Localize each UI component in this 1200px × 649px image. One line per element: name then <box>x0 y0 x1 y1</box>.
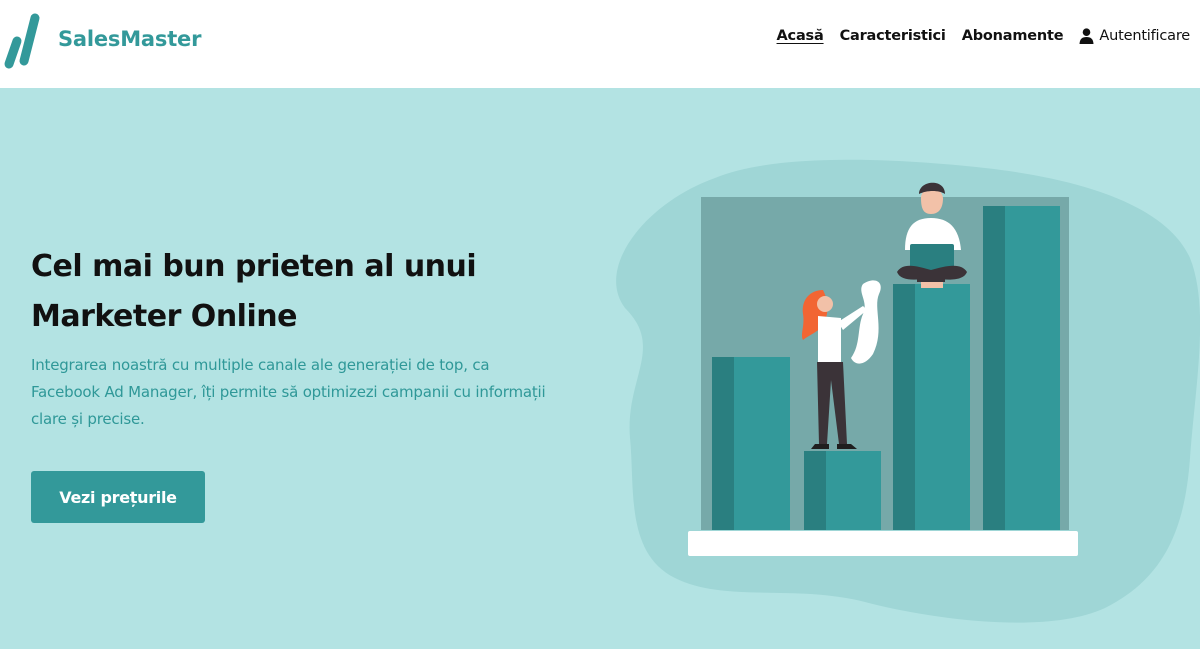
navbar: SalesMaster Acasă Caracteristici Aboname… <box>0 0 1200 88</box>
chart-bar-4-shade <box>983 206 1005 530</box>
user-icon <box>1079 28 1094 44</box>
hero-description-line-1: Integrarea noastră cu multiple canale al… <box>31 356 490 374</box>
hero-description-line-2: Facebook Ad Manager, îți permite să opti… <box>31 383 546 401</box>
login-label: Autentificare <box>1099 28 1190 44</box>
bar-chart-people-illustration <box>616 159 1200 623</box>
main-nav: Acasă Caracteristici Abonamente Autentif… <box>777 28 1190 44</box>
chart-bar-1-shade <box>712 357 734 530</box>
hero-title: Cel mai bun prieten al unui Marketer Onl… <box>31 242 551 342</box>
brand-name: SalesMaster <box>58 27 202 51</box>
hero-title-line-2: Marketer Online <box>31 299 297 334</box>
login-link[interactable]: Autentificare <box>1079 28 1190 44</box>
chart-base <box>688 531 1078 556</box>
logo[interactable]: SalesMaster <box>0 8 201 72</box>
hero-section: Cel mai bun prieten al unui Marketer Onl… <box>0 88 1200 649</box>
nav-features-link[interactable]: Caracteristici <box>840 28 946 44</box>
hero-title-line-1: Cel mai bun prieten al unui <box>31 249 477 284</box>
nav-subscriptions-link[interactable]: Abonamente <box>962 28 1064 44</box>
view-prices-button[interactable]: Vezi prețurile <box>31 471 205 523</box>
hero-description-line-3: clare și precise. <box>31 410 145 428</box>
chart-bar-2-shade <box>804 451 826 530</box>
chart-bar-3-shade <box>893 284 915 530</box>
logo-icon <box>4 13 40 69</box>
hero-description: Integrarea noastră cu multiple canale al… <box>31 352 591 433</box>
nav-home-link[interactable]: Acasă <box>777 28 824 44</box>
